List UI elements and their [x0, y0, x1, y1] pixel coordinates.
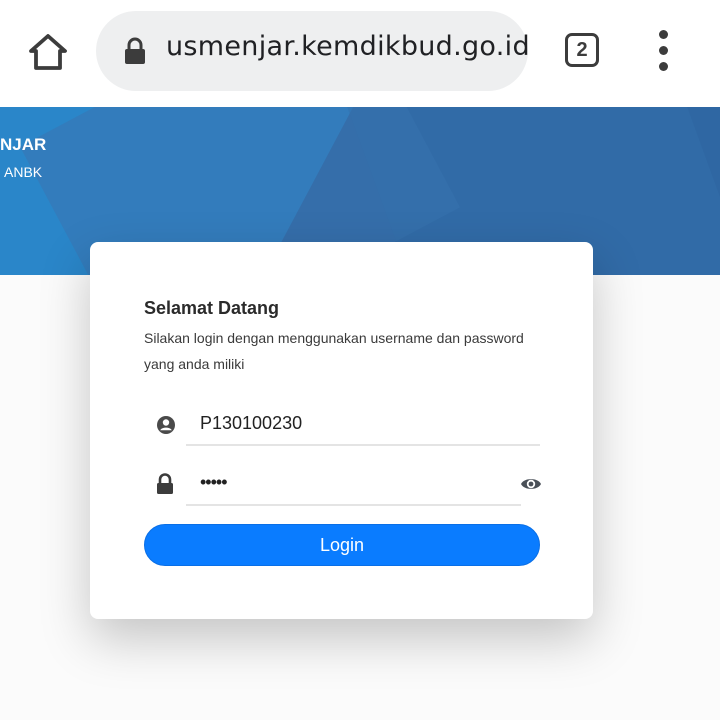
login-description: Silakan login dengan menggunakan usernam…	[144, 330, 524, 372]
password-input[interactable]	[186, 462, 521, 502]
username-field[interactable]	[186, 402, 540, 446]
site-subtitle: ANBK	[4, 164, 43, 180]
more-vert-icon	[659, 30, 668, 39]
login-heading: Selamat Datang	[144, 298, 280, 318]
menu-dot	[659, 46, 668, 55]
site-title: NJAR	[0, 135, 47, 154]
home-icon	[29, 34, 67, 70]
address-bar[interactable]: usmenjar.kemdikbud.go.id	[96, 11, 530, 91]
password-field[interactable]	[186, 462, 521, 506]
menu-dot	[659, 62, 668, 71]
more-menu-button[interactable]	[648, 30, 678, 74]
account-circle-icon	[157, 416, 175, 434]
browser-toolbar: usmenjar.kemdikbud.go.id 2	[0, 0, 720, 107]
lock-icon	[125, 37, 145, 64]
login-button[interactable]: Login	[144, 524, 540, 566]
url-text[interactable]: usmenjar.kemdikbud.go.id	[166, 31, 530, 62]
username-input[interactable]	[186, 402, 540, 442]
lock-icon	[157, 473, 173, 494]
eye-icon[interactable]	[520, 475, 542, 493]
tab-switcher-button[interactable]: 2	[565, 33, 599, 67]
home-button[interactable]	[22, 26, 74, 78]
